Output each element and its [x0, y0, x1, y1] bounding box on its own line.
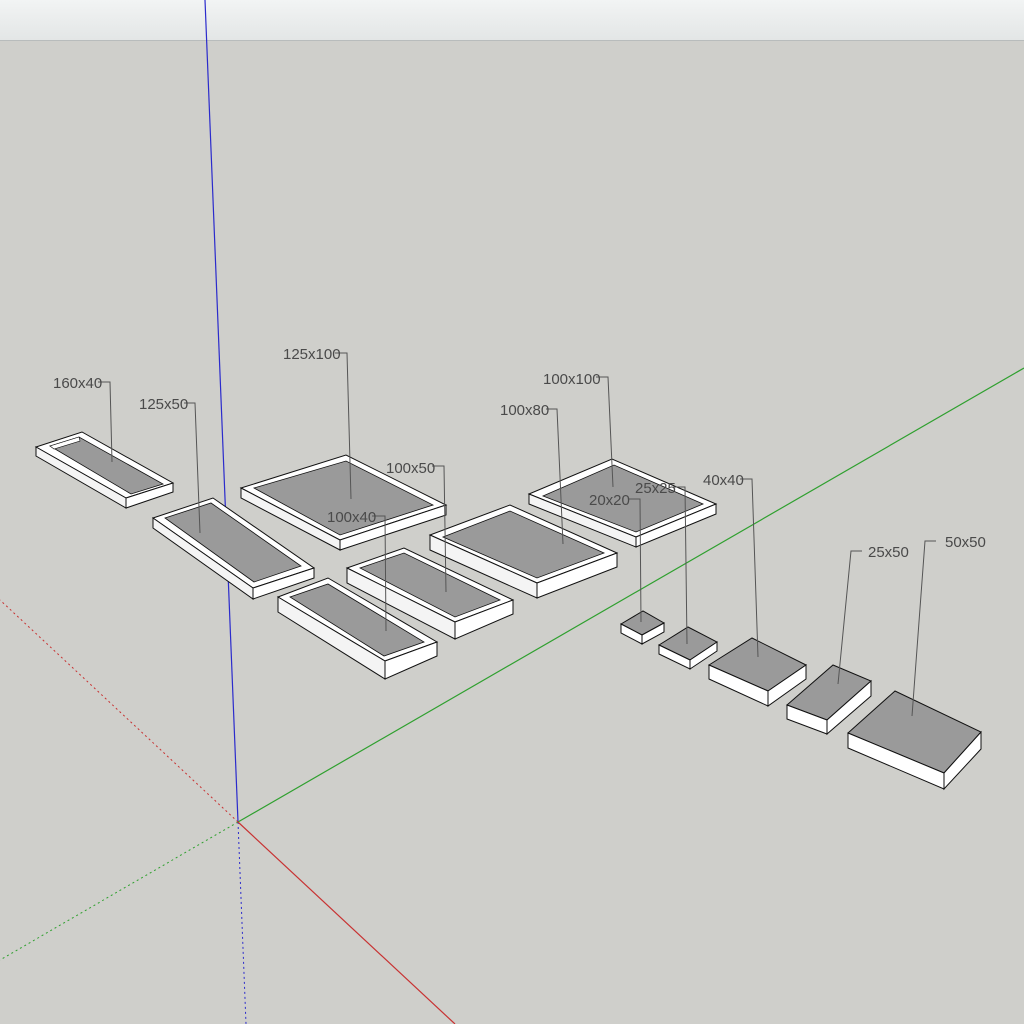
leader-25x50	[837, 550, 862, 685]
label-100x50: 100x50	[386, 460, 435, 477]
label-25x25: 25x25	[635, 480, 676, 497]
base-160x40[interactable]	[34, 431, 175, 509]
label-125x100: 125x100	[283, 346, 341, 363]
label-100x100: 100x100	[543, 371, 601, 388]
blue-axis-negative	[237, 821, 247, 1024]
sketchup-window: 160x40 125x50 125x100 100x40 100x50 100x…	[0, 0, 1024, 1024]
leader-40x40	[740, 478, 759, 658]
model-viewport[interactable]: 160x40 125x50 125x100 100x40 100x50 100x…	[0, 0, 1024, 1024]
label-40x40: 40x40	[703, 472, 744, 489]
base-50x50[interactable]	[847, 690, 982, 791]
label-20x20: 20x20	[589, 492, 630, 509]
base-25x25[interactable]	[657, 626, 718, 670]
blue-axis-positive	[204, 0, 239, 823]
label-100x80: 100x80	[500, 402, 549, 419]
red-axis-negative	[0, 599, 239, 823]
base-20x20[interactable]	[619, 610, 666, 645]
label-50x50: 50x50	[945, 534, 986, 551]
label-25x50: 25x50	[868, 544, 909, 561]
leader-50x50	[911, 540, 936, 717]
green-axis-negative	[0, 821, 239, 961]
label-160x40: 160x40	[53, 375, 102, 392]
label-100x40: 100x40	[327, 509, 376, 526]
label-125x50: 125x50	[139, 396, 188, 413]
red-axis-positive	[237, 821, 456, 1024]
